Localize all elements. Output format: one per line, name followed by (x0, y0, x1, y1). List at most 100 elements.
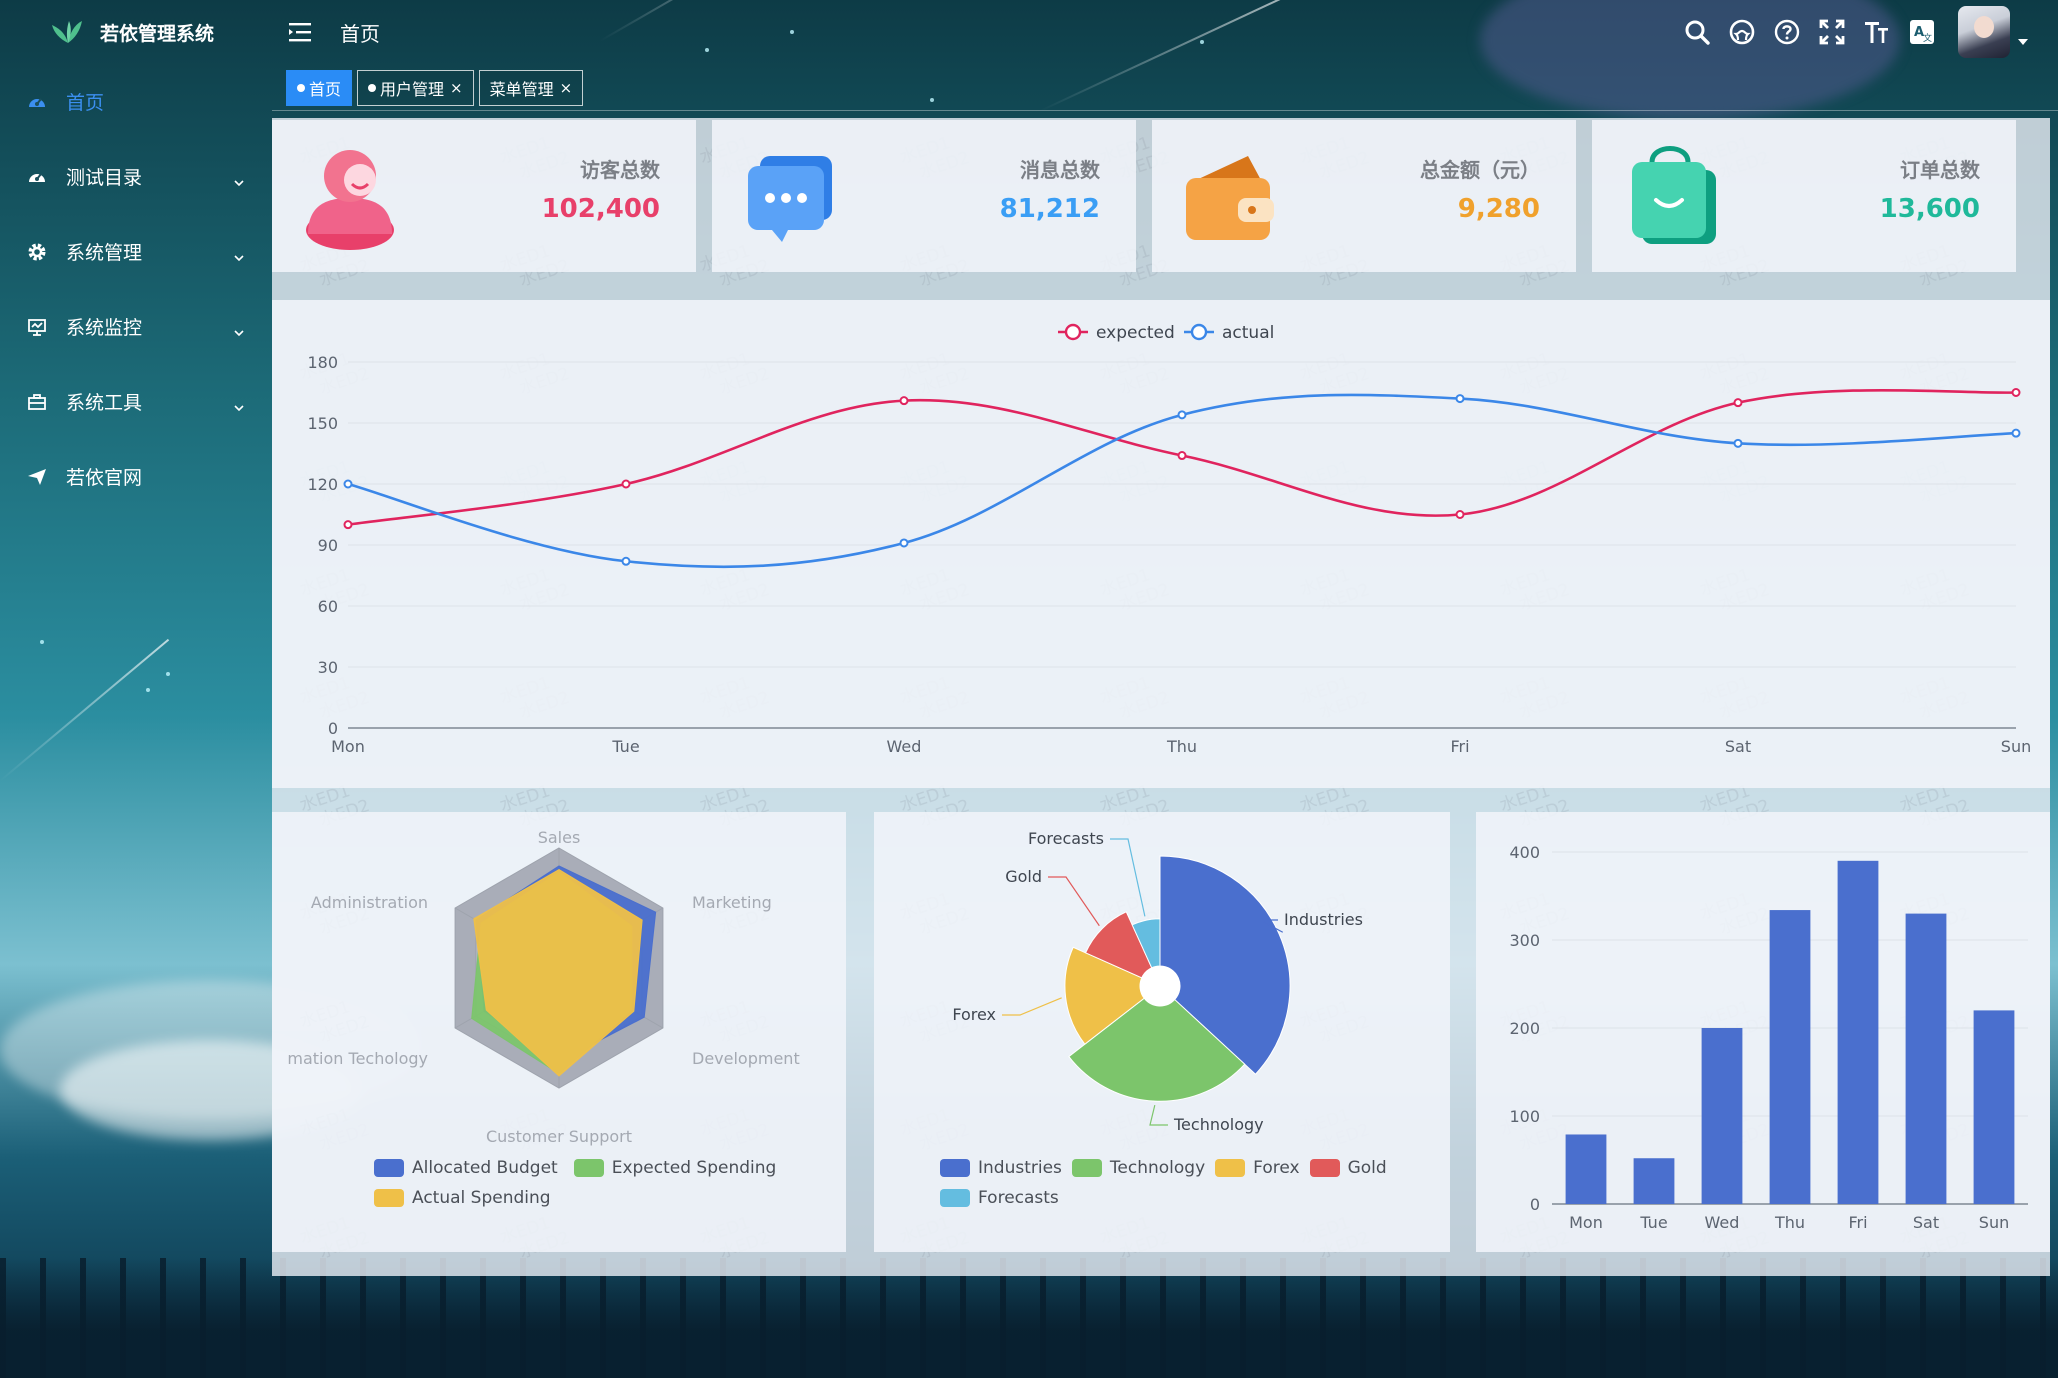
logo-leaf-icon (52, 21, 82, 43)
chevron-down-icon (234, 246, 244, 261)
stat-card-3[interactable]: 订单总数 13,600 (1592, 120, 2016, 272)
tag-dot (297, 84, 305, 92)
pie-slice-label: Industries (1284, 910, 1363, 929)
stat-card-2[interactable]: 总金额（元） 9,280 (1152, 120, 1576, 272)
y-tick-label: 0 (328, 719, 338, 738)
sidebar-item-4[interactable]: 系统工具 (0, 364, 272, 439)
monitor-icon (26, 316, 48, 338)
legend-item-actual[interactable]: actual (1184, 323, 1274, 343)
sidebar-item-5[interactable]: 若依官网 (0, 439, 272, 514)
hamburger-icon[interactable] (288, 21, 314, 43)
legend-swatch (940, 1189, 970, 1207)
close-icon[interactable]: × (450, 79, 463, 97)
tag-0[interactable]: 首页 (286, 70, 353, 106)
x-tick-label: Tue (611, 737, 639, 756)
sidebar-item-3[interactable]: 系统监控 (0, 289, 272, 364)
data-point (343, 520, 353, 530)
bar-6[interactable] (1973, 1010, 2015, 1204)
radar-indicator-label: Administration (311, 893, 428, 912)
y-tick-label: 120 (307, 475, 338, 494)
x-tick-label: Wed (1705, 1213, 1740, 1232)
stat-title: 总金额（元） (1420, 158, 1540, 182)
data-point (1177, 410, 1187, 420)
navbar-right: A文 (1666, 0, 2028, 64)
sidebar-item-1[interactable]: 测试目录 (0, 139, 272, 214)
tags-view: 首页 用户管理 × 菜单管理 × (286, 70, 588, 106)
legend-label: Gold (1347, 1158, 1387, 1178)
stat-title: 订单总数 (1900, 158, 1980, 182)
legend-item[interactable]: Expected Spending (573, 1158, 777, 1178)
legend-item[interactable]: Gold (1309, 1158, 1387, 1178)
tag-label: 用户管理 (380, 80, 445, 99)
bar-4[interactable] (1837, 860, 1879, 1204)
x-tick-label: Sat (1725, 737, 1751, 756)
data-point (2011, 388, 2021, 397)
legend-item[interactable]: Forecasts (940, 1188, 1059, 1208)
sidebar-item-label: 若依官网 (66, 467, 143, 489)
legend-label: Actual Spending (412, 1188, 551, 1208)
radar-indicator-label: Marketing (692, 893, 772, 912)
y-tick-label: 150 (307, 414, 338, 433)
stat-card-1[interactable]: 消息总数 81,212 (712, 120, 1136, 272)
github-icon[interactable] (1728, 18, 1756, 46)
radar-chart-panel: Sales Marketing Development Customer Suppor… (272, 812, 846, 1252)
translate-icon[interactable]: A文 (1908, 18, 1936, 46)
legend-item[interactable]: Actual Spending (374, 1188, 551, 1208)
stat-value: 102,400 (541, 194, 660, 224)
legend-label: Industries (978, 1158, 1062, 1178)
breadcrumb[interactable]: 首页 (340, 18, 380, 47)
tag-1[interactable]: 用户管理 × (357, 70, 474, 106)
font-size-icon[interactable] (1863, 18, 1891, 46)
help-icon[interactable] (1773, 18, 1801, 46)
legend-marker (1190, 323, 1208, 341)
stat-value: 9,280 (1457, 194, 1540, 224)
legend-label: Expected Spending (611, 1158, 777, 1178)
data-point (621, 479, 631, 489)
line-chart-panel: 0 30 60 90 120 150 180 Mon Tue Wed Thu Fri Sat Sun exp… (272, 300, 2050, 788)
chevron-down-icon[interactable] (2018, 39, 2028, 45)
bar-5[interactable] (1905, 913, 1947, 1204)
y-tick-label: 400 (1509, 843, 1540, 862)
app-logo[interactable]: 若依管理系统 (0, 0, 272, 64)
tags-divider (272, 110, 2058, 111)
app-title: 若依管理系统 (100, 22, 215, 45)
paper-plane-icon (26, 466, 48, 488)
sidebar-item-label: 首页 (66, 92, 105, 114)
bar-3[interactable] (1769, 910, 1811, 1204)
chevron-down-icon (234, 396, 244, 411)
shopping-bag-icon (1618, 142, 1722, 252)
tag-2[interactable]: 菜单管理 × (478, 70, 584, 106)
search-icon[interactable] (1683, 18, 1711, 46)
x-tick-label: Sat (1913, 1213, 1939, 1232)
series-line-actual (347, 393, 2017, 569)
pie-legend: Industries Technology Forex Gold Forecasts (940, 1158, 1397, 1218)
sidebar: 若依管理系统 首页测试目录 系统管理 系统监控 系统工具若依官网 (0, 0, 272, 1378)
toolbox-icon (26, 391, 48, 413)
sidebar-item-0[interactable]: 首页 (0, 64, 272, 139)
legend-label: Technology (1109, 1158, 1206, 1178)
legend-item[interactable]: Industries (940, 1158, 1062, 1178)
legend-swatch (374, 1189, 404, 1207)
fullscreen-icon[interactable] (1818, 18, 1846, 46)
stat-card-0[interactable]: 访客总数 102,400 (272, 120, 696, 272)
bar-2[interactable] (1701, 1028, 1743, 1204)
y-tick-label: 180 (307, 353, 338, 372)
bar-0[interactable] (1565, 1134, 1607, 1204)
svg-text:文: 文 (1923, 32, 1932, 44)
x-tick-label: Thu (1774, 1213, 1805, 1232)
x-tick-label: Fri (1848, 1213, 1867, 1232)
legend-item[interactable]: Allocated Budget (374, 1158, 558, 1178)
legend-swatch (1071, 1159, 1102, 1177)
pie-slice-label: Forecasts (1028, 829, 1104, 848)
legend-item[interactable]: Forex (1215, 1158, 1300, 1178)
dashboard-icon (26, 91, 48, 113)
legend-label: Allocated Budget (412, 1158, 558, 1178)
pie-slice-label: Gold (1005, 867, 1042, 886)
chevron-down-icon (234, 171, 244, 186)
user-avatar[interactable] (1958, 6, 2010, 58)
sidebar-item-2[interactable]: 系统管理 (0, 214, 272, 289)
bar-1[interactable] (1633, 1158, 1675, 1204)
close-icon[interactable]: × (560, 79, 573, 97)
legend-item[interactable]: Technology (1071, 1158, 1206, 1178)
legend-item-expected[interactable]: expected (1058, 323, 1175, 343)
